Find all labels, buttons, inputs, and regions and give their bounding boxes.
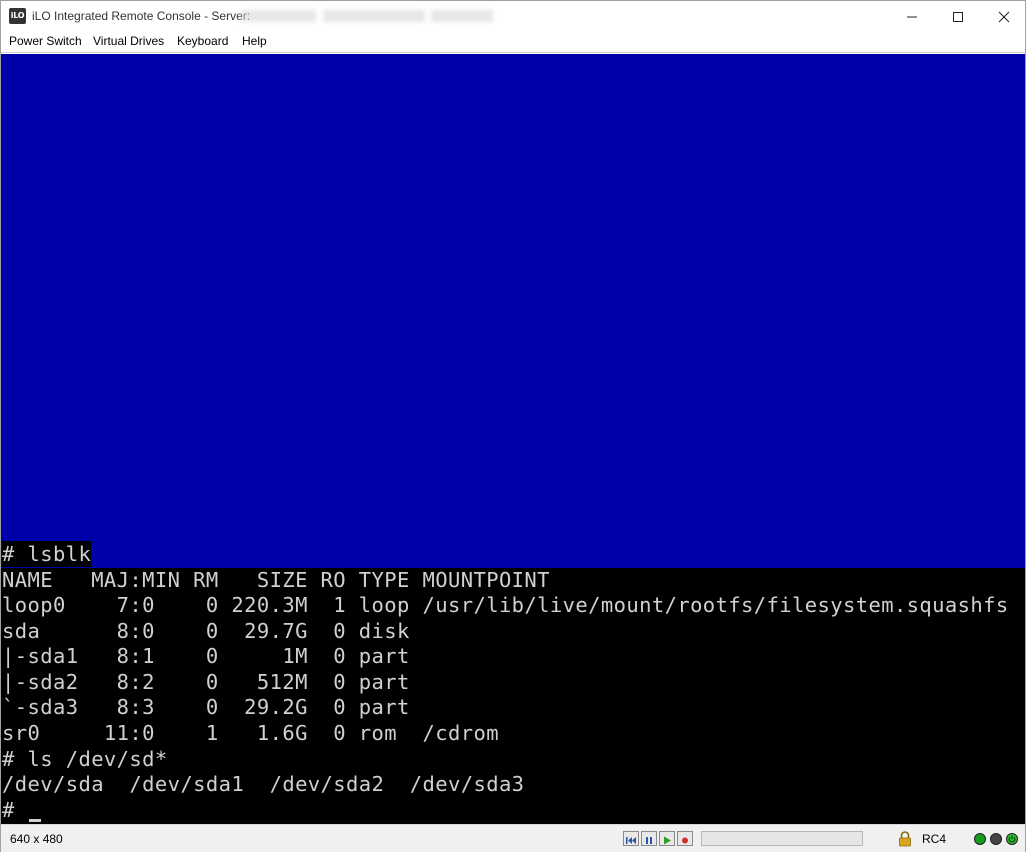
menu-virtual-drives[interactable]: Virtual Drives <box>93 34 164 48</box>
console-blue-background <box>1 54 1025 568</box>
terminal-line: # lsblk <box>2 541 92 567</box>
menu-bar: Power Switch Virtual Drives Keyboard Hel… <box>1 32 1025 53</box>
play-button[interactable] <box>659 831 675 846</box>
terminal-line: |-sda2 8:2 0 512M 0 part <box>2 670 410 694</box>
window-title: iLO Integrated Remote Console - Server: <box>32 9 251 23</box>
power-status-led <box>1006 833 1018 845</box>
status-bar: 640 x 480 RC4 <box>1 824 1025 852</box>
play-icon <box>664 836 671 845</box>
remote-console-screen[interactable]: # lsblk NAME MAJ:MIN RM SIZE RO TYPE MOU… <box>1 54 1025 824</box>
gray-status-led <box>990 833 1002 845</box>
green-status-led <box>974 833 986 845</box>
terminal-line: sr0 11:0 1 1.6G 0 rom /cdrom <box>2 721 499 745</box>
maximize-icon <box>953 12 963 22</box>
terminal-line: # ls /dev/sd* <box>2 747 168 771</box>
terminal-cursor <box>29 819 41 822</box>
terminal-line: # <box>2 798 15 822</box>
pause-icon <box>646 837 652 844</box>
redacted-server-name <box>241 10 316 22</box>
skip-start-button[interactable] <box>623 831 639 846</box>
terminal-line: /dev/sda /dev/sda1 /dev/sda2 /dev/sda3 <box>2 772 525 796</box>
menu-keyboard[interactable]: Keyboard <box>177 34 228 48</box>
redacted-server-address <box>323 10 425 22</box>
terminal-line: loop0 7:0 0 220.3M 1 loop /usr/lib/live/… <box>2 593 1009 617</box>
remote-console-window: iLO iLO Integrated Remote Console - Serv… <box>0 0 1026 852</box>
record-button[interactable] <box>677 831 693 846</box>
redacted-server-suffix <box>431 10 493 22</box>
terminal-line: `-sda3 8:3 0 29.2G 0 part <box>2 695 410 719</box>
terminal-line: sda 8:0 0 29.7G 0 disk <box>2 619 410 643</box>
ilo-app-icon: iLO <box>9 8 26 24</box>
skip-start-icon <box>626 837 636 844</box>
minimize-icon <box>907 16 917 18</box>
terminal-line: |-sda1 8:1 0 1M 0 part <box>2 644 410 668</box>
title-bar[interactable]: iLO iLO Integrated Remote Console - Serv… <box>1 1 1025 32</box>
maximize-button[interactable] <box>935 1 981 32</box>
close-button[interactable] <box>981 1 1026 32</box>
record-icon <box>682 837 688 844</box>
minimize-button[interactable] <box>889 1 935 32</box>
close-icon <box>998 11 1010 23</box>
terminal-line: NAME MAJ:MIN RM SIZE RO TYPE MOUNTPOINT <box>2 568 550 592</box>
encryption-type: RC4 <box>922 832 947 846</box>
screen-resolution: 640 x 480 <box>10 832 63 846</box>
menu-power-switch[interactable]: Power Switch <box>9 34 82 48</box>
playback-progress-bar[interactable] <box>701 831 863 846</box>
lock-icon <box>898 831 912 847</box>
power-icon <box>1008 835 1016 843</box>
menu-help[interactable]: Help <box>242 34 267 48</box>
pause-button[interactable] <box>641 831 657 846</box>
